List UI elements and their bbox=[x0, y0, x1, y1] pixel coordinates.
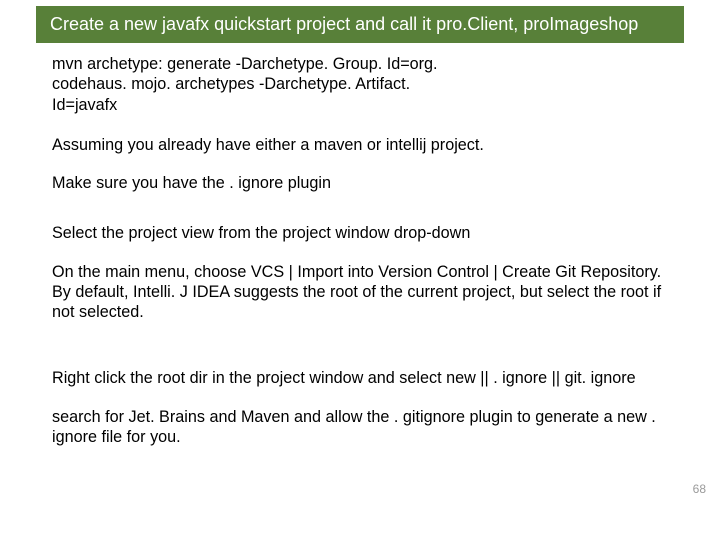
paragraph-assuming: Assuming you already have either a maven… bbox=[52, 135, 668, 155]
paragraph-vcs-import: On the main menu, choose VCS | Import in… bbox=[52, 262, 668, 323]
page-number: 68 bbox=[693, 482, 706, 496]
slide-title-bar: Create a new javafx quickstart project a… bbox=[36, 6, 684, 43]
paragraph-search-jetbrains: search for Jet. Brains and Maven and all… bbox=[52, 407, 668, 448]
paragraph-right-click: Right click the root dir in the project … bbox=[52, 368, 668, 388]
paragraph-project-view: Select the project view from the project… bbox=[52, 223, 668, 243]
slide-title-text: Create a new javafx quickstart project a… bbox=[50, 14, 638, 34]
slide: Create a new javafx quickstart project a… bbox=[0, 0, 720, 540]
slide-body: mvn archetype: generate -Darchetype. Gro… bbox=[52, 54, 668, 520]
paragraph-ignore-plugin: Make sure you have the . ignore plugin bbox=[52, 173, 668, 193]
paragraph-mvn-command: mvn archetype: generate -Darchetype. Gro… bbox=[52, 54, 472, 115]
